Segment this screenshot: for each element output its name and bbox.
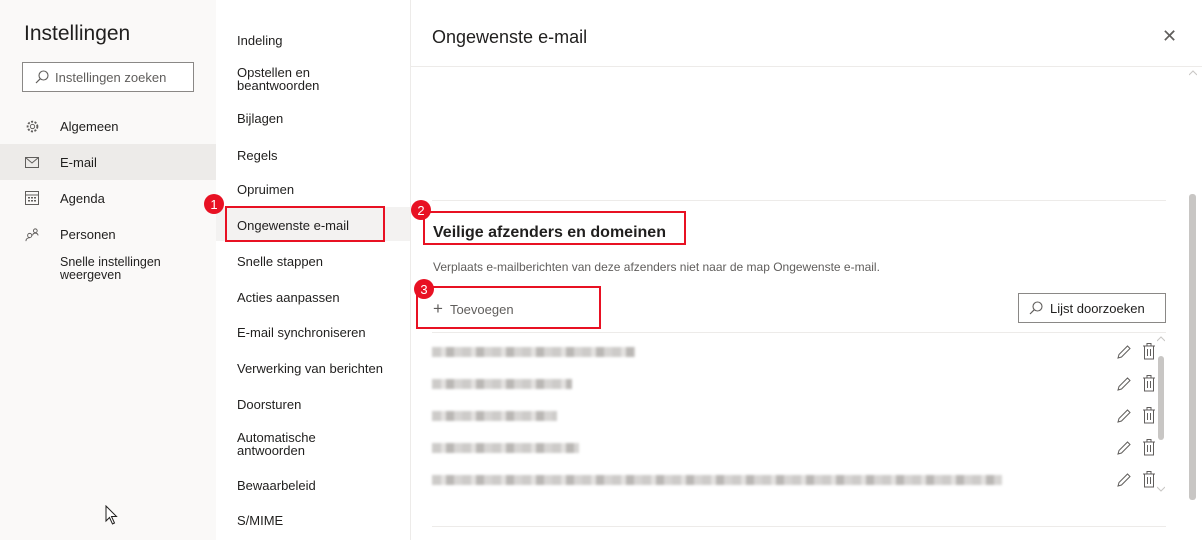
safe-sender-row[interactable] (432, 368, 1155, 400)
settings-search-input[interactable]: Instellingen zoeken (22, 62, 194, 92)
callout-box (225, 206, 385, 242)
search-icon (1029, 301, 1043, 315)
delete-icon[interactable] (1142, 407, 1156, 424)
safe-sender-row[interactable] (432, 464, 1155, 496)
settings-title: Instellingen (24, 22, 131, 45)
scroll-down-icon[interactable] (1157, 486, 1165, 492)
blurred-sender-address (432, 379, 572, 389)
subnav-item-smime[interactable]: S/MIME (237, 514, 283, 527)
nav-item-label: Agenda (60, 190, 105, 206)
list-search-label: Lijst doorzoeken (1050, 300, 1145, 316)
subnav-item-retention-policies[interactable]: Bewaarbeleid (237, 479, 316, 492)
scrollbar-thumb[interactable] (1158, 356, 1164, 440)
pane-title: Ongewenste e-mail (432, 27, 588, 47)
close-icon[interactable]: ✕ (1162, 26, 1177, 47)
subnav-item-sweep[interactable]: Opruimen (237, 183, 294, 196)
gear-icon (24, 118, 40, 134)
nav-item-general[interactable]: Algemeen (0, 108, 216, 144)
edit-icon[interactable] (1116, 408, 1132, 424)
mail-icon (24, 154, 40, 170)
edit-icon[interactable] (1116, 440, 1132, 456)
list-scrollbar[interactable] (1156, 336, 1166, 496)
nav-item-email[interactable]: E-mail (0, 144, 216, 180)
nav-item-label: Algemeen (60, 118, 119, 134)
mouse-cursor-icon (105, 505, 118, 525)
scroll-up-icon[interactable] (1157, 336, 1165, 342)
list-search-button[interactable]: Lijst doorzoeken (1018, 293, 1166, 323)
subnav-item-sync-email[interactable]: E-mail synchroniseren (237, 326, 366, 339)
nav-item-label: Personen (60, 226, 116, 242)
subnav-item-quick-steps[interactable]: Snelle stappen (237, 255, 323, 268)
safe-sender-row[interactable] (432, 432, 1155, 464)
settings-search-placeholder: Instellingen zoeken (55, 69, 167, 85)
divider (432, 526, 1166, 527)
callout-badge: 3 (414, 279, 434, 299)
delete-icon[interactable] (1142, 343, 1156, 360)
callout-box (416, 286, 601, 329)
delete-icon[interactable] (1142, 471, 1156, 488)
nav-item-people[interactable]: Personen (0, 216, 216, 252)
blurred-sender-address (432, 411, 557, 421)
nav-item-calendar[interactable]: Agenda (0, 180, 216, 216)
scroll-up-icon[interactable] (1189, 70, 1197, 76)
safe-sender-row[interactable] (432, 400, 1155, 432)
people-icon (24, 226, 40, 242)
search-icon (35, 70, 49, 84)
subnav-item-compose-reply[interactable]: Opstellen en beantwoorden (237, 66, 347, 92)
blurred-sender-address (432, 347, 635, 357)
settings-category-list: Algemeen E-mail Agenda Personen Snelle i… (0, 108, 216, 282)
subnav-item-rules[interactable]: Regels (237, 149, 277, 162)
callout-badge: 2 (411, 200, 431, 220)
junk-email-settings-pane: Ongewenste e-mail ✕ Veilige afzenders en… (411, 0, 1202, 540)
safe-sender-row[interactable] (432, 336, 1155, 368)
settings-nav-pane: Instellingen Instellingen zoeken Algemee… (0, 0, 216, 540)
subnav-item-message-handling[interactable]: Verwerking van berichten (237, 362, 383, 375)
nav-item-label: E-mail (60, 154, 97, 170)
subnav-item-automatic-replies[interactable]: Automatische antwoorden (237, 431, 337, 457)
subnav-item-forwarding[interactable]: Doorsturen (237, 398, 301, 411)
callout-badge: 1 (204, 194, 224, 214)
blurred-sender-address (432, 475, 1002, 485)
subnav-item-layout[interactable]: Indeling (237, 34, 283, 47)
subnav-item-attachments[interactable]: Bijlagen (237, 112, 283, 125)
edit-icon[interactable] (1116, 376, 1132, 392)
delete-icon[interactable] (1142, 375, 1156, 392)
divider (432, 200, 1166, 201)
blurred-sender-address (432, 443, 579, 453)
section-description: Verplaats e-mailberichten van deze afzen… (433, 260, 880, 274)
quick-settings-link[interactable]: Snelle instellingen weergeven (0, 256, 180, 282)
email-settings-subnav: Indeling Opstellen en beantwoorden Bijla… (216, 0, 411, 540)
divider (411, 66, 1202, 67)
scrollbar-thumb[interactable] (1189, 194, 1196, 500)
edit-icon[interactable] (1116, 344, 1132, 360)
edit-icon[interactable] (1116, 472, 1132, 488)
calendar-icon (24, 190, 40, 206)
pane-scrollbar[interactable] (1186, 62, 1200, 540)
callout-box (423, 211, 686, 245)
delete-icon[interactable] (1142, 439, 1156, 456)
divider (432, 332, 1166, 333)
subnav-item-customize-actions[interactable]: Acties aanpassen (237, 291, 340, 304)
